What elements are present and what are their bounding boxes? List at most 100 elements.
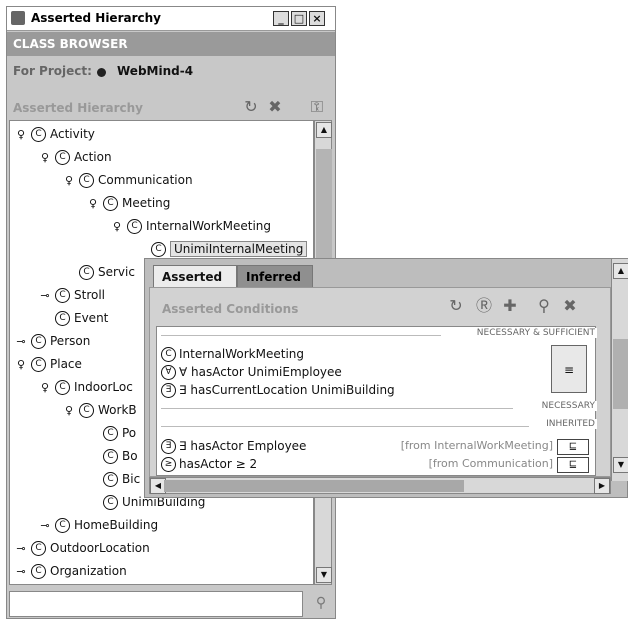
binoculars-icon[interactable]: ⚲	[311, 595, 331, 615]
scroll-up-button[interactable]: ▲	[316, 122, 332, 138]
hierarchy-header: Asserted Hierarchy ↻ ✖ ⚿	[7, 93, 335, 119]
tree-item[interactable]: ⊸ C Stroll	[38, 284, 105, 306]
scroll-down-button[interactable]: ▼	[613, 457, 628, 473]
tree-item[interactable]: C Po	[86, 422, 136, 444]
tree-item[interactable]: ♀ C InternalWorkMeeting	[110, 215, 271, 237]
tree-item[interactable]: ♀ C Activity	[14, 123, 95, 145]
tree-item[interactable]: C UnimiInternalMeeting	[134, 238, 308, 260]
equivalence-badge: ≡	[551, 345, 587, 393]
scroll-down-button[interactable]: ▼	[316, 567, 332, 583]
minimize-button[interactable]: _	[273, 11, 289, 26]
inherited-condition-row[interactable]: ≥ hasActor ≥ 2 [from Communication] ⊑	[161, 455, 593, 473]
project-name: WebMind-4	[117, 64, 194, 78]
tree-item[interactable]: ⊸ C Person	[14, 330, 90, 352]
expand-toggle-icon[interactable]: ⊸	[14, 538, 28, 560]
conditions-header: Asserted Conditions ↻ Ⓡ ✚ ⚲ ✖	[150, 288, 610, 324]
expand-toggle-icon[interactable]: ⊸	[14, 561, 28, 583]
tree-item-label: HomeBuilding	[74, 518, 159, 532]
find-icon[interactable]: ⚲	[534, 296, 554, 316]
condition-row[interactable]: ∀ ∀ hasActor UnimiEmployee	[161, 363, 342, 381]
title-bar[interactable]: Asserted Hierarchy _ □ ×	[7, 7, 335, 31]
conditions-list[interactable]: NECESSARY & SUFFICIENT C InternalWorkMeet…	[156, 326, 597, 476]
class-icon: C	[79, 265, 94, 280]
collapse-toggle-icon[interactable]: ♀	[38, 147, 52, 169]
add-restriction-icon[interactable]: ↻	[446, 296, 466, 316]
tree-item-label: Meeting	[122, 196, 171, 210]
class-icon: C	[151, 242, 166, 257]
tree-item[interactable]: ⊸ C Organization	[14, 560, 127, 582]
tree-item-label: Activity	[50, 127, 95, 141]
tree-item[interactable]: C Bic	[86, 468, 140, 490]
refresh-icon[interactable]: ↻	[241, 97, 261, 117]
class-icon: C	[31, 541, 46, 556]
search-input[interactable]	[9, 591, 303, 617]
key-icon[interactable]: ⚿	[307, 97, 327, 117]
class-icon: C	[55, 288, 70, 303]
collapse-toggle-icon[interactable]: ♀	[14, 354, 28, 376]
conditions-title: Asserted Conditions	[162, 302, 299, 316]
add-property-icon[interactable]: ✚	[500, 296, 520, 316]
tree-item-label: Bo	[122, 449, 138, 463]
tree-item[interactable]: ♀ C Meeting	[86, 192, 170, 214]
expand-toggle-icon[interactable]: ⊸	[38, 285, 52, 307]
tree-item[interactable]: C Servic	[62, 261, 135, 283]
expand-toggle-icon[interactable]: ⊸	[14, 331, 28, 353]
tab-asserted[interactable]: Asserted	[153, 265, 237, 287]
tree-item[interactable]: ♀ C Action	[38, 146, 112, 168]
class-icon: C	[31, 334, 46, 349]
collapse-toggle-icon[interactable]: ♀	[38, 377, 52, 399]
class-icon: C	[127, 219, 142, 234]
tree-item-label: Communication	[98, 173, 193, 187]
collapse-toggle-icon[interactable]: ♀	[62, 400, 76, 422]
class-icon: C	[103, 449, 118, 464]
class-icon: C	[31, 564, 46, 579]
tab-inferred[interactable]: Inferred	[237, 265, 313, 287]
maximize-button[interactable]: □	[291, 11, 307, 26]
condition-row[interactable]: ∃ ∃ hasCurrentLocation UnimiBuilding	[161, 381, 395, 399]
horizontal-scrollbar[interactable]: ◀ ▶	[149, 477, 611, 494]
class-icon: C	[103, 495, 118, 510]
tree-item[interactable]: ♀ C Place	[14, 353, 82, 375]
collapse-toggle-icon[interactable]: ♀	[62, 170, 76, 192]
scroll-up-button[interactable]: ▲	[613, 263, 628, 279]
delete-icon[interactable]: ✖	[265, 97, 285, 117]
expand-toggle-icon[interactable]: ⊸	[38, 515, 52, 537]
close-button[interactable]: ×	[309, 11, 325, 26]
project-row: For Project: WebMind-4	[7, 59, 335, 83]
tree-item-label: Stroll	[74, 288, 106, 302]
tree-item-label: Place	[50, 357, 82, 371]
class-icon: C	[79, 403, 94, 418]
tree-item[interactable]: ♀ C IndoorLoc	[38, 376, 133, 398]
tree-item-label: IndoorLoc	[74, 380, 133, 394]
section-necessary-sufficient: NECESSARY & SUFFICIENT	[157, 328, 597, 342]
collapse-toggle-icon[interactable]: ♀	[86, 193, 100, 215]
add-class-icon[interactable]: Ⓡ	[474, 296, 494, 316]
class-icon: C	[31, 127, 46, 142]
tree-item-label: UnimiInternalMeeting	[170, 241, 308, 257]
class-icon: C	[103, 472, 118, 487]
tree-item[interactable]: ♀ C WorkB	[62, 399, 137, 421]
tree-item[interactable]: C Event	[38, 307, 108, 329]
tree-item[interactable]: ⊸ C HomeBuilding	[38, 514, 158, 536]
tree-item-label: Po	[122, 426, 137, 440]
tree-item-label: Event	[74, 311, 109, 325]
tree-item[interactable]: ♀ C Communication	[62, 169, 193, 191]
inherited-condition-row[interactable]: ∃ ∃ hasActor Employee [from InternalWorkM…	[161, 437, 593, 455]
collapse-toggle-icon[interactable]: ♀	[14, 124, 28, 146]
class-icon: C	[103, 196, 118, 211]
horizontal-scroll-thumb[interactable]	[164, 480, 464, 492]
window-title: Asserted Hierarchy	[31, 11, 161, 25]
dialog-scrollbar[interactable]: ▲ ▼	[611, 259, 628, 481]
project-label: For Project:	[13, 64, 92, 78]
conditions-panel: Asserted Conditions ↻ Ⓡ ✚ ⚲ ✖ NECESSARY …	[149, 287, 611, 477]
tree-item[interactable]: C Bo	[86, 445, 138, 467]
scroll-thumb[interactable]	[613, 339, 628, 409]
tree-item[interactable]: ⊸ C OutdoorLocation	[14, 537, 150, 559]
condition-row[interactable]: C InternalWorkMeeting	[161, 345, 304, 363]
scroll-right-button[interactable]: ▶	[594, 478, 610, 494]
class-browser-title: CLASS BROWSER	[13, 37, 128, 51]
app-icon	[11, 11, 25, 25]
collapse-toggle-icon[interactable]: ♀	[110, 216, 124, 238]
delete-condition-icon[interactable]: ✖	[560, 296, 580, 316]
class-icon: C	[79, 173, 94, 188]
